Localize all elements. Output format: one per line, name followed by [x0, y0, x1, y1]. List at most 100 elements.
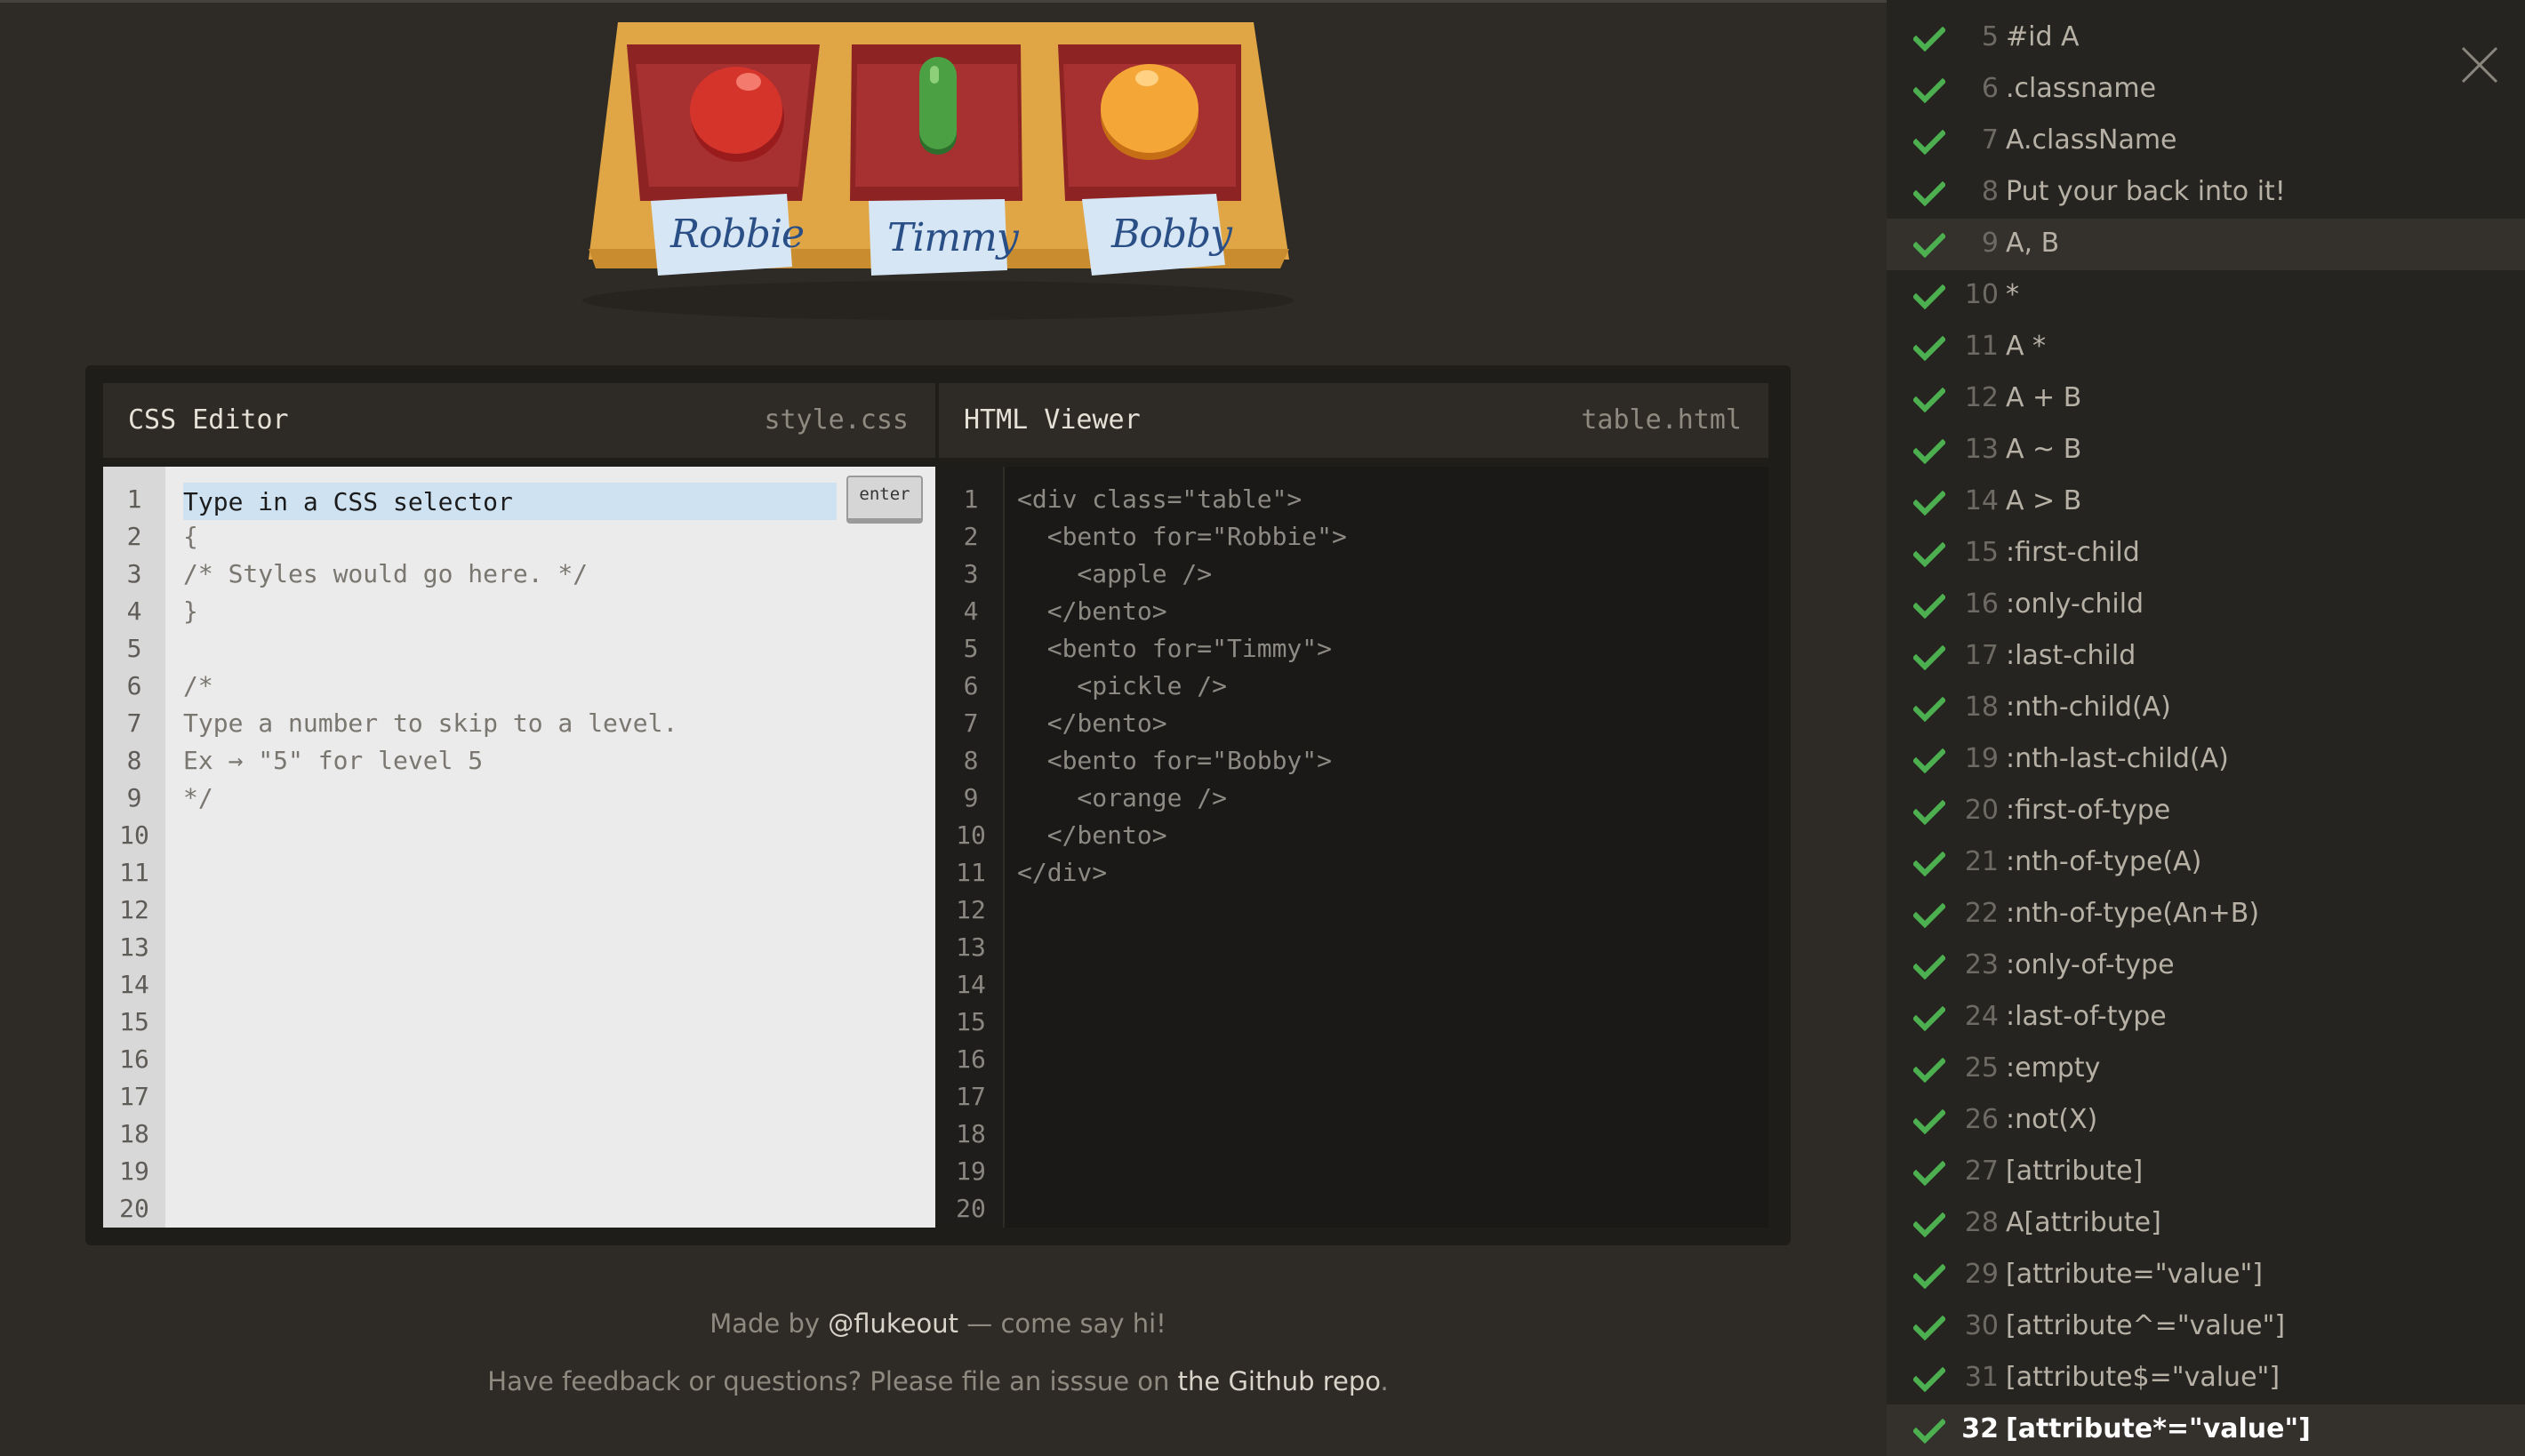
- line-number: 2: [963, 522, 979, 551]
- line-number: 9: [963, 783, 979, 812]
- css-code-line: {: [183, 522, 198, 551]
- line-number: 20: [119, 1194, 149, 1223]
- level-name: A + B: [2006, 382, 2082, 413]
- level-number: 12: [1964, 382, 1999, 413]
- checkmark-icon: [1913, 27, 1945, 52]
- enter-button[interactable]: enter: [846, 476, 923, 524]
- level-number: 5: [1981, 21, 1999, 52]
- line-number: 17: [119, 1082, 149, 1111]
- level-item[interactable]: 18:nth-child(A): [1887, 683, 2525, 734]
- level-number: 8: [1981, 176, 1999, 207]
- level-list: 5 #id A 6 .classname 7 A.className 8 Put your b…: [1887, 12, 2525, 1456]
- level-item[interactable]: 12 A + B: [1887, 373, 2525, 425]
- bento-name-robbie: Robbie: [670, 212, 805, 257]
- checkmark-icon: [1913, 284, 1945, 309]
- checkmark-icon: [1913, 697, 1945, 722]
- level-number: 23: [1964, 949, 1999, 980]
- checkmark-icon: [1913, 439, 1945, 464]
- level-name: :not(X): [2006, 1104, 2098, 1135]
- checkmark-icon: [1913, 1109, 1945, 1134]
- level-item[interactable]: 25:empty: [1887, 1044, 2525, 1095]
- line-number: 16: [956, 1044, 986, 1074]
- level-item[interactable]: 10 *: [1887, 270, 2525, 322]
- level-number: 13: [1964, 434, 1999, 465]
- html-code-line: <bento for="Robbie">: [1017, 522, 1347, 551]
- level-item[interactable]: 5 #id A: [1887, 12, 2525, 64]
- level-item[interactable]: 11 A *: [1887, 322, 2525, 373]
- level-number: 14: [1964, 485, 1999, 516]
- line-number: 20: [956, 1194, 986, 1223]
- level-item[interactable]: 22:nth-of-type(An+B): [1887, 889, 2525, 940]
- level-name: [attribute$="value"]: [2006, 1362, 2281, 1393]
- checkmark-icon: [1913, 800, 1945, 825]
- level-name: :empty: [2006, 1052, 2101, 1084]
- level-name: A > B: [2006, 485, 2082, 516]
- line-number: 17: [956, 1082, 986, 1111]
- level-item[interactable]: 7 A.className: [1887, 116, 2525, 167]
- level-number: 11: [1964, 331, 1999, 362]
- level-name: :first-of-type: [2006, 795, 2171, 826]
- level-name: :nth-of-type(An+B): [2006, 898, 2260, 929]
- html-code-lines[interactable]: <div class="table"> <bento for="Robbie">…: [1017, 481, 1751, 892]
- line-number: 2: [126, 522, 142, 551]
- css-code-line: Type a number to skip to a level.: [183, 708, 678, 738]
- css-file-name: style.css: [764, 404, 909, 436]
- level-item[interactable]: 24:last-of-type: [1887, 992, 2525, 1044]
- level-item[interactable]: 6 .classname: [1887, 64, 2525, 116]
- line-number: 6: [126, 671, 142, 700]
- level-item[interactable]: 31 [attribute$="value"]: [1887, 1353, 2525, 1404]
- level-item[interactable]: 27 [attribute]: [1887, 1147, 2525, 1198]
- level-item[interactable]: 20:first-of-type: [1887, 786, 2525, 837]
- line-number: 16: [119, 1044, 149, 1074]
- footer-credit-suffix: — come say hi!: [958, 1308, 1166, 1339]
- level-item[interactable]: 26:not(X): [1887, 1095, 2525, 1147]
- checkmark-icon: [1913, 1367, 1945, 1392]
- level-item[interactable]: 17:last-child: [1887, 631, 2525, 683]
- level-item[interactable]: 28 A[attribute]: [1887, 1198, 2525, 1250]
- level-number: 30: [1964, 1310, 1999, 1341]
- bento-table-illustration: Robbie Timmy Bobby: [578, 18, 1298, 320]
- level-name: :nth-of-type(A): [2006, 846, 2202, 877]
- line-number: 8: [963, 746, 979, 775]
- level-number: 17: [1964, 640, 1999, 671]
- level-item[interactable]: 15:first-child: [1887, 528, 2525, 580]
- line-number: 1: [126, 484, 142, 514]
- css-editor-header: CSS Editor style.css: [103, 383, 935, 458]
- checkmark-icon: [1913, 388, 1945, 412]
- level-item[interactable]: 14 A > B: [1887, 476, 2525, 528]
- level-number: 25: [1964, 1052, 1999, 1084]
- checkmark-icon: [1913, 903, 1945, 928]
- level-number: 10: [1964, 279, 1999, 310]
- css-selector-input[interactable]: [183, 483, 837, 520]
- level-item[interactable]: 16:only-child: [1887, 580, 2525, 631]
- level-item[interactable]: 32 [attribute*="value"]: [1887, 1404, 2525, 1456]
- orange-graphic: [1101, 64, 1198, 160]
- level-item[interactable]: 8 Put your back into it!: [1887, 167, 2525, 219]
- level-sidebar: 5 #id A 6 .classname 7 A.className 8 Put your b…: [1887, 0, 2525, 1456]
- html-viewer-pane: HTML Viewer table.html 1 2 3 4 5 6 7 8 9 10 11 12 13…: [939, 383, 1768, 1228]
- level-number: 29: [1964, 1259, 1999, 1290]
- checkmark-icon: [1913, 1316, 1945, 1340]
- level-number: 18: [1964, 692, 1999, 723]
- github-repo-link[interactable]: the Github repo: [1178, 1366, 1381, 1396]
- level-name: :only-child: [2006, 588, 2144, 620]
- level-name: [attribute]: [2006, 1156, 2144, 1187]
- line-number: 14: [956, 970, 986, 999]
- footer-feedback-prefix: Have feedback or questions? Please file …: [487, 1366, 1178, 1396]
- level-item[interactable]: 23:only-of-type: [1887, 940, 2525, 992]
- level-number: 28: [1964, 1207, 1999, 1238]
- level-name: [attribute="value"]: [2006, 1259, 2263, 1290]
- line-number: 10: [956, 820, 986, 850]
- level-name: *: [2006, 279, 2019, 310]
- level-item[interactable]: 30 [attribute^="value"]: [1887, 1301, 2525, 1353]
- css-code-line: Ex → "5" for level 5: [183, 746, 484, 775]
- level-item[interactable]: 19:nth-last-child(A): [1887, 734, 2525, 786]
- flukeout-link[interactable]: @flukeout: [828, 1308, 958, 1339]
- close-icon[interactable]: [2459, 44, 2500, 85]
- level-item[interactable]: 9 A, B: [1887, 219, 2525, 270]
- level-item[interactable]: 29 [attribute="value"]: [1887, 1250, 2525, 1301]
- level-item[interactable]: 13 A ~ B: [1887, 425, 2525, 476]
- level-item[interactable]: 21:nth-of-type(A): [1887, 837, 2525, 889]
- checkmark-icon: [1913, 594, 1945, 619]
- footer-feedback: Have feedback or questions? Please file …: [85, 1366, 1791, 1396]
